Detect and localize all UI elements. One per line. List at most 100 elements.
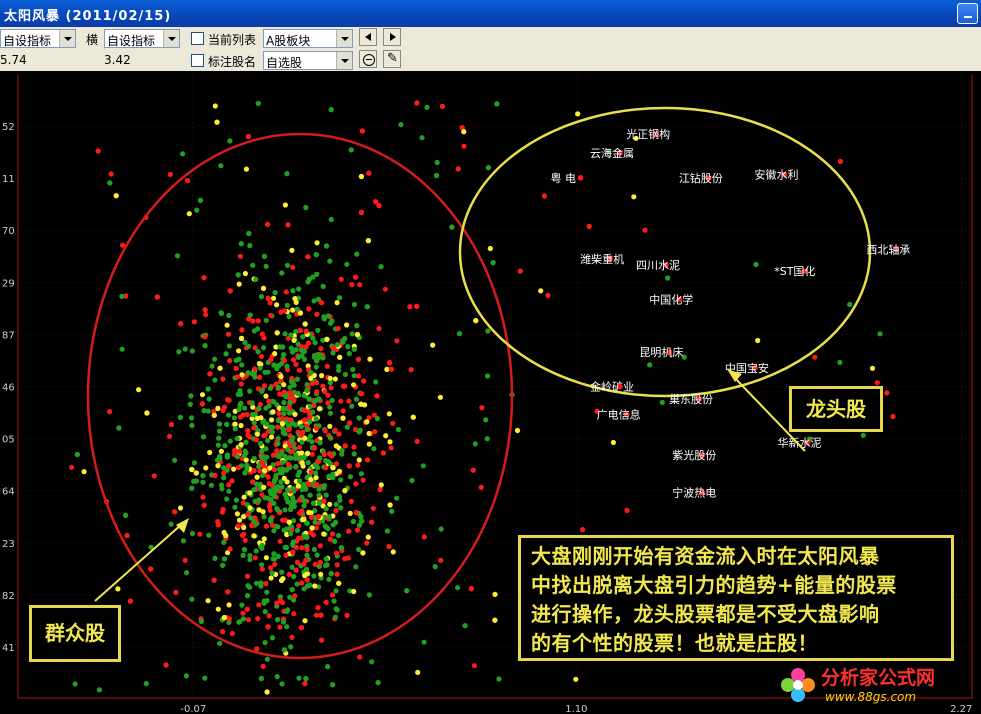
scatter-point [262,369,268,375]
scatter-point [665,275,671,281]
scatter-point [300,482,307,488]
scatter-point [347,420,353,426]
scatter-point [318,637,325,643]
scatter-point [344,261,350,267]
scatter-point [354,323,360,329]
scatter-point [433,172,440,179]
scatter-point [144,410,150,416]
scatter-point [323,556,329,562]
scatter-point [297,367,303,373]
scatter-point [293,544,299,550]
scatter-point [242,405,248,411]
scatter-point [274,330,280,336]
prev-button[interactable] [359,28,377,46]
scatter-point [384,528,390,534]
scatter-point [242,537,248,543]
scatter-point [387,502,393,508]
scatter-point [340,415,346,421]
scatter-point [394,495,400,501]
scatter-point [318,571,324,577]
crowd-stocks-callout: 群众股 [29,605,121,662]
scatter-point [356,415,362,421]
scatter-point [206,396,212,402]
scatter-point [257,468,263,474]
chevron-down-icon[interactable] [59,30,75,47]
scatter-point [184,570,190,576]
scatter-point [354,332,361,338]
scatter-point [221,615,227,621]
scatter-point [333,606,339,612]
stock-label: 粤 电 [551,171,577,185]
scatter-point [247,490,253,496]
current-list-checkbox[interactable] [191,32,204,45]
stock-label: 光正钢构 [626,127,670,141]
scatter-point [336,431,342,437]
scatter-point [410,414,416,420]
stock-label: 安徽水利 [754,168,798,182]
scatter-point [313,475,319,481]
scatter-point [353,274,359,280]
scatter-point [221,475,227,481]
stock-label: 潍柴重机 [580,252,624,266]
scatter-point [291,337,297,343]
scatter-point [305,459,311,466]
scatter-point [514,427,521,434]
mark-name-checkbox[interactable] [191,54,204,67]
scatter-point [334,571,340,577]
chevron-down-icon[interactable] [336,30,352,47]
scatter-point [263,317,269,323]
scatter-point [96,687,102,693]
scatter-point [217,453,223,460]
zoom-out-button[interactable] [359,50,377,68]
scatter-point [288,506,294,512]
scatter-point [438,526,444,532]
scatter-point [415,669,421,676]
scatter-point [316,406,323,412]
watchlist-select[interactable]: 自选股 [263,51,353,70]
scatter-point [223,532,229,539]
minimize-button[interactable] [957,3,978,24]
scatter-point [372,429,378,435]
x-indicator-select[interactable]: 自设指标 [0,29,76,48]
scatter-point [424,104,430,110]
scatter-point [259,473,266,479]
scatter-point [262,640,268,646]
scatter-point [314,358,320,364]
scatter-point [226,602,232,608]
scatter-point [255,318,261,324]
scatter-point [221,556,227,562]
scatter-point [253,276,259,282]
scatter-point [265,624,271,630]
scatter-point [238,400,244,406]
y-indicator-select[interactable]: 自设指标 [104,29,180,48]
scatter-point [285,222,291,228]
scatter-point [318,300,324,306]
scatter-point [220,629,226,635]
scatter-point [191,460,197,466]
scatter-point [387,439,393,445]
scatter-point [261,600,267,606]
draw-pen-button[interactable] [383,50,401,68]
scatter-point [303,676,309,682]
stock-label: 宁波热电 [672,485,716,499]
chevron-down-icon[interactable] [336,52,352,69]
scatter-point [253,437,259,443]
scatter-point [247,584,253,590]
board-select[interactable]: A股板块 [263,29,353,48]
chevron-down-icon[interactable] [163,30,179,47]
scatter-point [313,252,319,258]
next-button[interactable] [383,28,401,46]
scatter-point [383,433,389,439]
scatter-point [270,409,276,415]
note-line: 的有个性的股票！也就是庄股！ [531,631,818,655]
scatter-point [325,664,331,670]
scatter-point [261,253,267,259]
scatter-point [313,364,319,370]
scatter-point [258,440,264,447]
scatter-point [271,528,277,534]
scatter-point [249,400,255,406]
scatter-point [247,243,253,249]
scatter-point [407,304,413,310]
scatter-point [327,258,333,264]
scatter-point [113,193,119,199]
